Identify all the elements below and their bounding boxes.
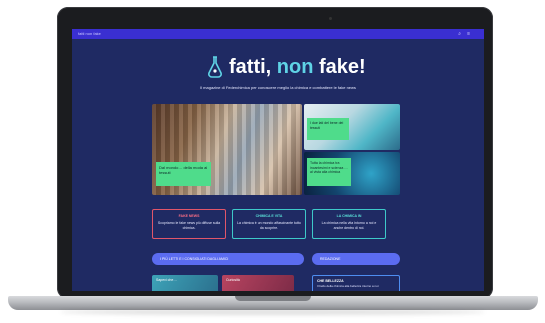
category-card-fake-news[interactable]: FAKE NEWS Scopriamo le fake news più dif…: [152, 209, 226, 239]
redazione-section-bar[interactable]: REDAZIONE: [312, 253, 400, 265]
category-title: FAKE NEWS: [178, 214, 200, 218]
thumb-label: Sapevi che…: [156, 278, 177, 282]
top-navigation-bar: fatti non fake ⌕≡: [72, 29, 484, 39]
editorial-title: CHE BELLEZZA: [317, 279, 344, 283]
flask-icon: [208, 56, 222, 78]
hero-article-bottom[interactable]: Tutta la chimica tra incantesimi e scien…: [304, 152, 400, 195]
brand-mini-label[interactable]: fatti non fake: [78, 31, 101, 36]
laptop-notch: [235, 296, 311, 301]
category-desc: La chimica nella vita intorno a noi e an…: [321, 221, 377, 230]
logo-text: fatti, non fake!: [229, 55, 366, 78]
category-desc: La chimica è un mondo affascinante tutto…: [237, 221, 301, 230]
most-read-section-bar[interactable]: I PIÙ LETTI E I CONSIGLIATI DAGLI AMICI: [152, 253, 304, 265]
hero-main-card[interactable]: Dal mondo… della moda ai tessuti: [156, 162, 211, 186]
category-card-chimica-in[interactable]: LA CHIMICA IN La chimica nella vita into…: [312, 209, 386, 239]
site-subtitle: Il magazine di Federchimica per conoscer…: [200, 85, 356, 90]
hero-main-article[interactable]: Dal mondo… della moda ai tessuti: [152, 104, 302, 195]
camera-icon: [329, 17, 332, 20]
hero-top-card[interactable]: I due lati del bene dei tessuti: [307, 118, 349, 140]
topbar-icons: ⌕≡: [458, 31, 476, 37]
category-title: LA CHIMICA IN: [336, 214, 362, 218]
thumb-label: Curiosità: [226, 278, 240, 282]
site-logo[interactable]: fatti, non fake!: [207, 52, 366, 82]
category-card-chimica-vita[interactable]: CHIMICA E VITA La chimica è un mondo aff…: [232, 209, 306, 239]
category-desc: Scopriamo le fake news più diffuse sulla…: [157, 221, 221, 230]
website-screen: fatti non fake ⌕≡ fatti, non fake! Il ma…: [72, 29, 484, 291]
category-title: CHIMICA E VITA: [255, 214, 283, 218]
hero-article-top[interactable]: I due lati del bene dei tessuti: [304, 104, 400, 150]
article-thumb-1[interactable]: Sapevi che…: [152, 275, 218, 291]
article-thumb-2[interactable]: Curiosità: [222, 275, 294, 291]
editorial-desc: Il bello della chimica alla bellezza int…: [317, 284, 379, 288]
hero-bottom-card[interactable]: Tutta la chimica tra incantesimi e scien…: [307, 158, 351, 186]
laptop-shadow: [60, 309, 485, 315]
search-icon[interactable]: ⌕: [458, 31, 467, 37]
menu-icon[interactable]: ≡: [467, 31, 476, 37]
editorial-box[interactable]: CHE BELLEZZA Il bello della chimica alla…: [312, 275, 400, 291]
